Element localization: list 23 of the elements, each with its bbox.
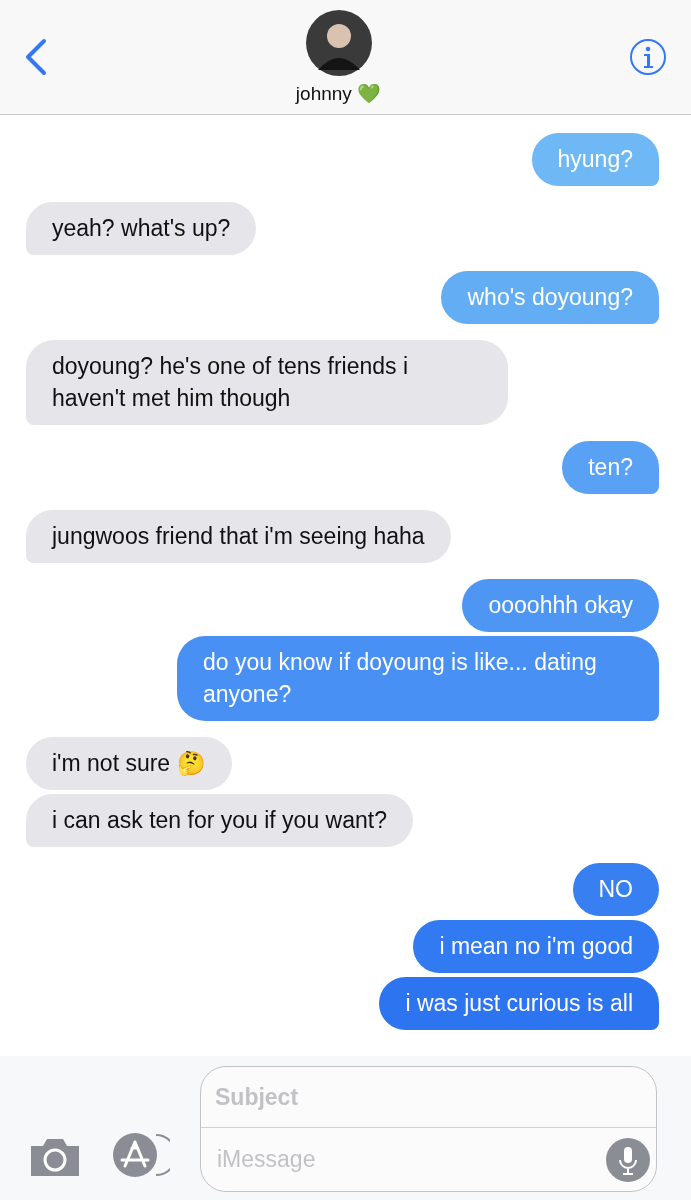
avatar-icon[interactable] — [305, 9, 372, 76]
sent-message: who's doyoung? — [441, 271, 659, 324]
sent-message: NO — [572, 863, 659, 916]
message-composer[interactable]: Subject iMessage — [200, 1066, 657, 1192]
app-store-button[interactable] — [112, 1132, 170, 1178]
back-button[interactable] — [24, 38, 48, 76]
sent-message: do you know if doyoung is like... dating anyone? — [177, 636, 659, 721]
info-button[interactable] — [629, 38, 667, 76]
sent-message: i mean no i'm good — [413, 920, 659, 973]
received-message: doyoung? he's one of tens friends i haven't met him though — [26, 340, 508, 425]
camera-button[interactable] — [28, 1136, 82, 1178]
received-message: jungwoos friend that i'm seeing haha — [26, 510, 451, 563]
sent-message: hyung? — [531, 133, 659, 186]
sent-message: oooohhh okay — [462, 579, 659, 632]
message-field[interactable]: iMessage — [215, 1145, 606, 1174]
received-message: yeah? what's up? — [26, 202, 257, 255]
received-message: i'm not sure 🤔 — [26, 737, 232, 790]
subject-field[interactable]: Subject — [201, 1067, 656, 1128]
received-message: i can ask ten for you if you want? — [26, 794, 413, 847]
sent-message: ten? — [562, 441, 659, 494]
contact-name[interactable]: johnny 💚 — [295, 81, 382, 105]
microphone-button[interactable] — [606, 1137, 650, 1182]
sent-message: i was just curious is all — [379, 977, 659, 1030]
